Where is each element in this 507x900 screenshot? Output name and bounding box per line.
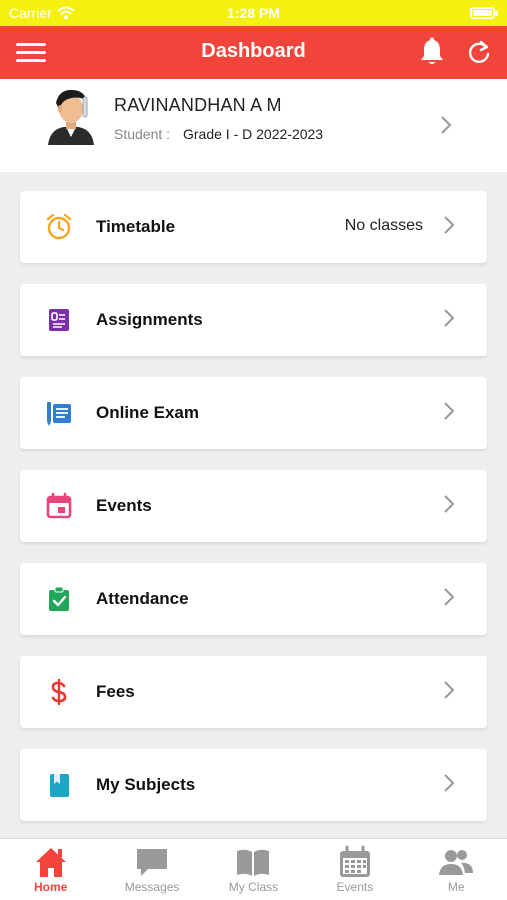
timetable-status: No classes xyxy=(344,217,423,234)
status-bar: Carrier 1:28 PM xyxy=(0,0,507,26)
chevron-right-icon xyxy=(444,495,455,513)
tab-label: Events xyxy=(336,880,374,894)
chevron-right-icon xyxy=(444,588,455,606)
online-exam-icon xyxy=(47,402,71,426)
avatar xyxy=(48,89,94,145)
clock: 1:28 PM xyxy=(227,5,280,21)
people-icon xyxy=(439,850,474,875)
message-icon xyxy=(137,849,168,876)
assignment-icon xyxy=(49,309,69,331)
card-label: Events xyxy=(96,496,152,515)
assignments-card[interactable]: Assignments xyxy=(20,284,487,356)
calendar-icon xyxy=(46,492,72,519)
chevron-right-icon xyxy=(444,774,455,792)
card-label: Fees xyxy=(96,682,135,701)
tab-label: Me xyxy=(447,880,465,894)
tab-my-class[interactable]: My Class xyxy=(203,839,304,900)
tab-home[interactable]: Home xyxy=(0,839,101,900)
tab-me[interactable]: Me xyxy=(406,839,507,900)
calendar-icon xyxy=(339,845,370,877)
card-label: Timetable xyxy=(96,217,176,236)
online-exam-card[interactable]: Online Exam xyxy=(20,377,487,449)
timetable-card[interactable]: Timetable No classes xyxy=(20,191,487,263)
card-label: My Subjects xyxy=(96,775,196,794)
battery-icon xyxy=(470,7,498,19)
attendance-card[interactable]: Attendance xyxy=(20,563,487,635)
dollar-icon xyxy=(51,678,67,706)
student-grade: Grade I - D 2022-2023 xyxy=(183,126,324,142)
book-icon xyxy=(50,774,69,797)
student-role-label: Student : xyxy=(114,126,171,142)
my-subjects-card[interactable]: My Subjects xyxy=(20,749,487,821)
clipboard-check-icon xyxy=(49,586,69,611)
card-label: Assignments xyxy=(96,310,203,329)
tab-messages[interactable]: Messages xyxy=(101,839,202,900)
card-label: Online Exam xyxy=(96,403,199,422)
chevron-right-icon xyxy=(444,402,455,420)
events-card[interactable]: Events xyxy=(20,470,487,542)
notification-bell-icon[interactable] xyxy=(419,37,445,67)
alarm-clock-icon xyxy=(46,213,72,240)
student-profile-card[interactable]: RAVINANDHAN A M Student : Grade I - D 20… xyxy=(0,79,507,172)
open-book-icon xyxy=(237,849,270,876)
chevron-right-icon xyxy=(444,216,455,234)
bottom-tab-bar: Home Messages My Class Events Me xyxy=(0,838,507,900)
chevron-right-icon xyxy=(444,309,455,327)
card-label: Attendance xyxy=(96,589,189,608)
home-icon xyxy=(35,848,66,877)
chevron-right-icon xyxy=(441,116,452,134)
tab-label: Home xyxy=(34,880,68,894)
fees-card[interactable]: Fees xyxy=(20,656,487,728)
student-name: RAVINANDHAN A M xyxy=(114,95,282,115)
chevron-right-icon xyxy=(444,681,455,699)
tab-label: Messages xyxy=(124,880,180,894)
tab-events[interactable]: Events xyxy=(304,839,405,900)
refresh-icon[interactable] xyxy=(465,38,493,66)
navigation-bar: Dashboard xyxy=(0,26,507,79)
tab-label: My Class xyxy=(228,880,279,894)
